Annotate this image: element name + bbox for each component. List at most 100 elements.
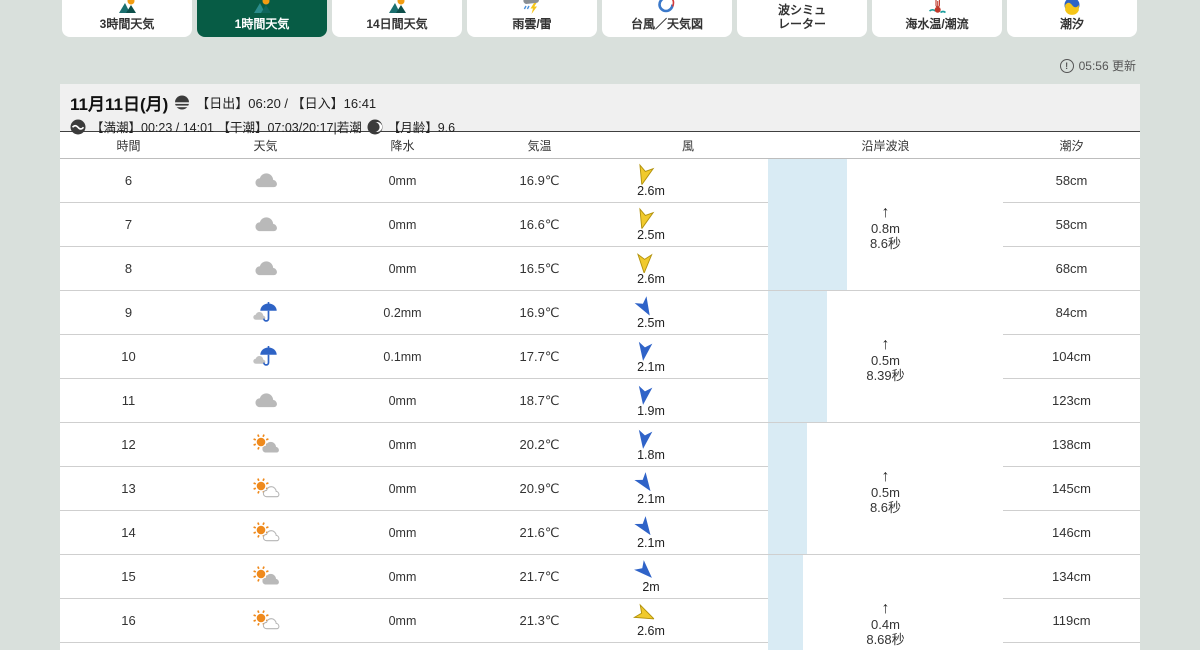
tide-cell: 134cm xyxy=(1003,555,1140,599)
wave-height-bar xyxy=(768,159,847,203)
wind-cell: 2.1m xyxy=(608,467,768,511)
weather-cell xyxy=(197,291,334,335)
cloudy-icon xyxy=(255,173,277,188)
sun-small-cloud-icon xyxy=(252,478,279,498)
wind-direction-arrow-icon xyxy=(638,429,652,449)
precipitation-cell: 0mm xyxy=(334,423,471,467)
alert-icon: ! xyxy=(1059,58,1074,73)
temperature-cell: 16.6℃ xyxy=(471,203,608,247)
tab-label: 3時間天気 xyxy=(99,16,155,31)
forecast-tabbar: 3時間天気 1時間天気 14日間天気 雨雲/雷 台風／天気図 波シミュ レーター… xyxy=(62,0,1137,37)
hour-cell: 10 xyxy=(60,335,197,379)
wave-group-label: ↑ 0.5m 8.6秒 xyxy=(768,468,1003,516)
hour-cell: 15 xyxy=(60,555,197,599)
cloudy-icon xyxy=(255,261,277,276)
wind-speed-label: 2.5m xyxy=(637,227,665,242)
wave-height-bar xyxy=(768,379,827,422)
hour-cell: 13 xyxy=(60,467,197,511)
wind-cell xyxy=(608,643,768,650)
tide-cell: 138cm xyxy=(1003,423,1140,467)
weather-cell xyxy=(197,467,334,511)
tab-label: 1時間天気 xyxy=(234,16,290,31)
wave-height-bar xyxy=(768,291,827,335)
temperature-cell: 16.9℃ xyxy=(471,291,608,335)
column-header-5: 沿岸波浪 xyxy=(861,138,910,153)
tab-rain-radar[interactable]: 雨雲/雷 xyxy=(467,0,597,37)
weather-cell xyxy=(197,511,334,555)
wave-up-arrow-icon: ↑ xyxy=(881,600,890,617)
column-header-6: 潮汐 xyxy=(1059,138,1084,153)
weather-cell xyxy=(197,247,334,291)
wind-speed-label: 2.6m xyxy=(637,271,665,286)
sun-cloud-icon xyxy=(252,566,279,585)
wind-cell: 2.6m xyxy=(608,599,768,643)
forecast-card: 11月11日(月) 【日出】06:20 / 【日入】16:41 【満潮】00:2… xyxy=(60,84,1140,650)
sunrise-icon xyxy=(174,95,191,110)
typhoon-swirl-icon xyxy=(658,0,675,12)
wind-cell: 2.1m xyxy=(608,335,768,379)
column-header-3: 気温 xyxy=(527,138,552,153)
tab-label: 潮汐 xyxy=(1059,16,1084,31)
temperature-cell: 16.9℃ xyxy=(471,159,608,203)
tab-label: 波シミュ レーター xyxy=(777,3,826,31)
tide-times-label: 【満潮】00:23 / 14:01 【干潮】07:03/20:17|若潮 xyxy=(91,121,362,135)
hour-cell: 16 xyxy=(60,599,197,643)
mountain-sun-icon xyxy=(119,0,136,13)
temperature-cell: 21.7℃ xyxy=(471,555,608,599)
wind-cell: 2.1m xyxy=(608,511,768,555)
wave-height-label: 0.8m xyxy=(871,221,900,236)
weather-cell xyxy=(197,423,334,467)
coastal-wave-cell xyxy=(768,247,1003,291)
tab-tide[interactable]: 潮汐 xyxy=(1007,0,1137,37)
hour-cell: 14 xyxy=(60,511,197,555)
temperature-cell: 17.7℃ xyxy=(471,335,608,379)
rain-umbrella-icon xyxy=(253,302,277,322)
moon-age-label: 【月齢】9.6 xyxy=(387,121,456,135)
temperature-cell: 16.5℃ xyxy=(471,247,608,291)
rain-umbrella-icon xyxy=(253,346,277,366)
precipitation-cell: 0mm xyxy=(334,159,471,203)
tide-cell: 145cm xyxy=(1003,467,1140,511)
update-time-label: 05:56 更新 xyxy=(1078,59,1136,73)
wave-group-label: ↑ 0.8m 8.6秒 xyxy=(768,205,1003,252)
tab-typhoon-chart[interactable]: 台風／天気図 xyxy=(602,0,732,37)
coastal-wave-cell xyxy=(768,159,1003,203)
tide-wave-icon xyxy=(70,119,86,134)
forecast-row: 14 0mm 21.6℃ 2.1m 146cm xyxy=(60,511,1140,555)
wave-group-label: ↑ 0.5m 8.39秒 xyxy=(768,337,1003,384)
wave-height-bar xyxy=(768,423,807,467)
hour-cell: 11 xyxy=(60,379,197,423)
wave-height-bar xyxy=(768,555,803,599)
tide-cell: 58cm xyxy=(1003,159,1140,203)
tide-circle-icon xyxy=(1064,0,1080,15)
tab-wave-simulator[interactable]: 波シミュ レーター xyxy=(737,0,867,37)
weather-cell xyxy=(197,555,334,599)
tab-label: 14日間天気 xyxy=(366,16,428,31)
precipitation-cell: 0mm xyxy=(334,555,471,599)
temperature-cell: 18.7℃ xyxy=(471,379,608,423)
temperature-cell: 20.9℃ xyxy=(471,467,608,511)
temperature-cell: 21.6℃ xyxy=(471,511,608,555)
weather-cell xyxy=(197,379,334,423)
weather-cell xyxy=(197,335,334,379)
tab-14day-weather[interactable]: 14日間天気 xyxy=(332,0,462,37)
mountain-sun-icon xyxy=(254,0,271,13)
coastal-wave-cell xyxy=(768,555,1003,599)
tab-3hour-weather[interactable]: 3時間天気 xyxy=(62,0,192,37)
column-header-1: 天気 xyxy=(253,138,278,153)
wave-height-label: 0.4m xyxy=(871,617,900,632)
tab-sea-temp-current[interactable]: 海水温/潮流 xyxy=(872,0,1002,37)
precipitation-cell: 0.2mm xyxy=(334,291,471,335)
tab-1hour-weather[interactable]: 1時間天気 xyxy=(197,0,327,37)
sun-small-cloud-icon xyxy=(252,522,279,542)
wave-up-arrow-icon: ↑ xyxy=(881,468,890,485)
date-label: 11月11日(月) xyxy=(70,95,169,114)
cloudy-icon xyxy=(255,217,277,232)
forecast-row: 15 0mm 21.7℃ 2m 134cm xyxy=(60,555,1140,599)
hour-cell: 12 xyxy=(60,423,197,467)
tab-label: 台風／天気図 xyxy=(630,16,703,31)
sunrise-sunset-label: 【日出】06:20 / 【日入】16:41 xyxy=(196,96,377,111)
temperature-cell: 20.2℃ xyxy=(471,423,608,467)
weather-page: 3時間天気 1時間天気 14日間天気 雨雲/雷 台風／天気図 波シミュ レーター… xyxy=(0,0,1200,650)
wind-speed-label: 2.1m xyxy=(637,359,665,374)
